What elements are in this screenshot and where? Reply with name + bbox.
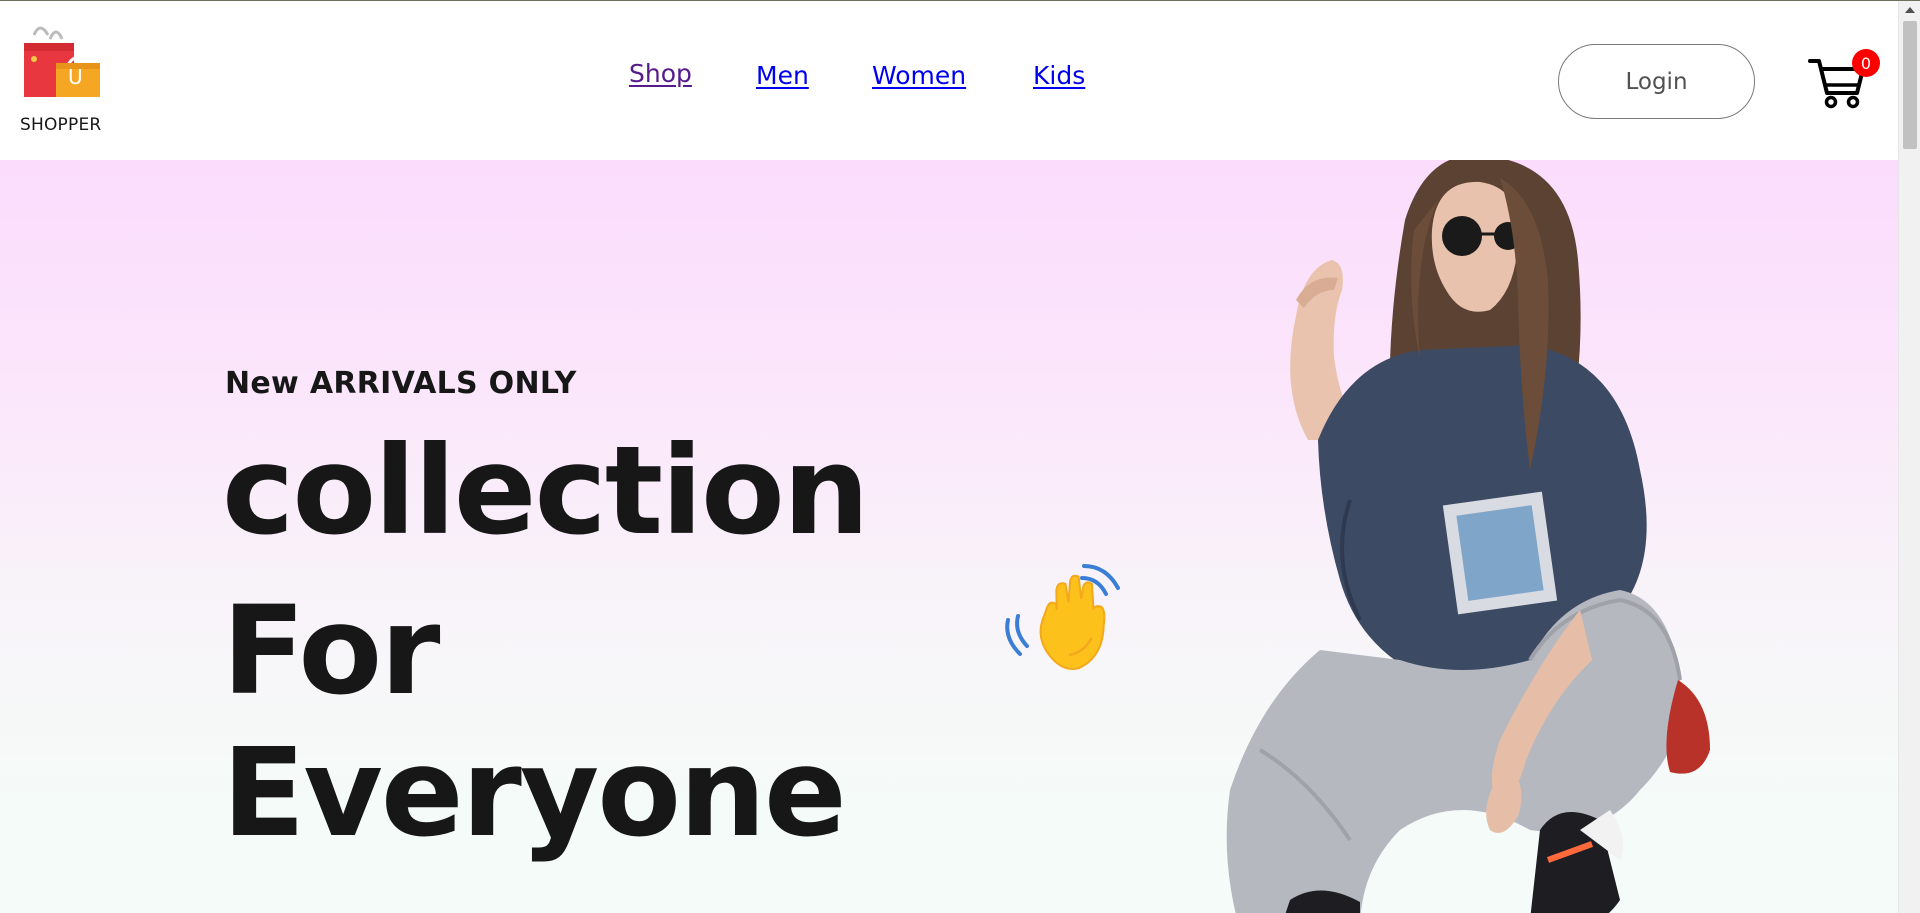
login-button[interactable]: Login [1558,44,1755,119]
hero-headline-line-3: Everyone [222,722,847,864]
hero-headline-line-1: collection [222,420,870,562]
page: U SHOPPER Shop Men Women Kids Login 0 Ne… [0,0,1920,913]
brand-name: SHOPPER [20,115,102,135]
hero-section: New ARRIVALS ONLY collection For Everyon… [0,160,1898,913]
navbar: U SHOPPER Shop Men Women Kids Login 0 [0,1,1898,160]
nav-item-women[interactable]: Women [872,61,966,90]
cart-count-badge: 0 [1852,49,1880,77]
scroll-up-arrow-icon[interactable] [1905,7,1915,13]
hero-headline-line-2: For [222,580,440,722]
scrollbar-thumb[interactable] [1903,21,1917,149]
hero-model-image [1226,160,1710,913]
nav-item-kids[interactable]: Kids [1033,61,1085,90]
nav-item-men[interactable]: Men [756,61,809,90]
vertical-scrollbar[interactable] [1898,1,1920,913]
waving-hand-icon [1005,564,1120,670]
nav-item-shop[interactable]: Shop [629,59,692,88]
hero-kicker: New ARRIVALS ONLY [225,366,577,401]
cart-button[interactable]: 0 [1808,49,1882,111]
